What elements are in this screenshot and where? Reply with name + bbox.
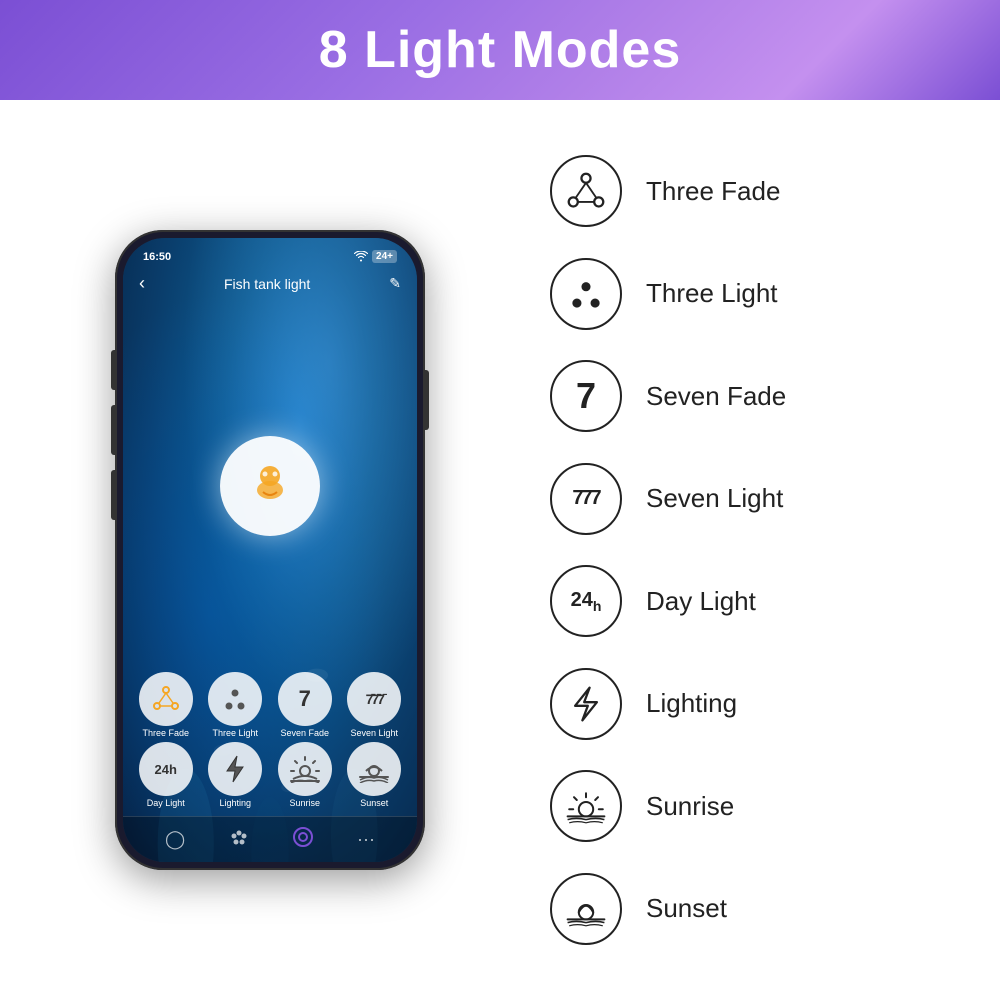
- home-nav-icon[interactable]: ◯: [165, 829, 185, 850]
- page-title: 8 Light Modes: [319, 20, 682, 80]
- seven-light-label: Seven Light: [646, 483, 783, 514]
- lamp-icon: [248, 460, 292, 504]
- modes-icon: [293, 827, 313, 847]
- edit-button[interactable]: ✎: [389, 275, 401, 292]
- three-light-icon-circle: [550, 258, 622, 330]
- phone-mode-lighting[interactable]: Lighting: [208, 742, 262, 808]
- palette-nav-icon[interactable]: [229, 828, 249, 851]
- mode-item-sunset: Sunset: [550, 873, 950, 945]
- mode-item-seven-fade: 7 Seven Fade: [550, 360, 950, 432]
- modes-list: Three Fade Three Light 7 Seven Fade 77: [510, 120, 970, 980]
- sunrise-icon: [566, 786, 606, 826]
- sunrise-icon-circle: [550, 770, 622, 842]
- day-light-icon-circle: 24h: [550, 565, 622, 637]
- phone-mode-three-light[interactable]: Three Light: [208, 672, 262, 738]
- phone-mode-label-sunset: Sunset: [360, 798, 388, 808]
- mode-item-seven-light: 777 Seven Light: [550, 463, 950, 535]
- app-title: Fish tank light: [224, 276, 310, 292]
- aqua-icon: [248, 460, 292, 513]
- three-light-small-icon: [220, 684, 250, 714]
- day-light-text: 24h: [155, 762, 177, 777]
- phone-bottom-nav: ◯: [123, 816, 417, 862]
- vol-down-button: [111, 470, 115, 520]
- three-light-icon: [566, 274, 606, 314]
- mode-item-sunrise: Sunrise: [550, 770, 950, 842]
- seven-fade-number: 7: [299, 686, 311, 712]
- phone-mode-day-light[interactable]: 24h Day Light: [139, 742, 193, 808]
- mode-item-three-light: Three Light: [550, 258, 950, 330]
- mute-button: [111, 350, 115, 390]
- phone-mode-label-three-light: Three Light: [212, 728, 258, 738]
- sunrise-small-icon: [289, 755, 321, 783]
- phone-screen: 16:50 24+ ‹ Fish ta: [123, 238, 417, 862]
- sunset-icon-circle: [550, 873, 622, 945]
- seven-fade-icon-circle: 7: [550, 360, 622, 432]
- three-fade-icon-circle: [550, 155, 622, 227]
- modes-nav-icon[interactable]: [293, 827, 313, 852]
- phone-mode-sunrise[interactable]: Sunrise: [278, 742, 332, 808]
- seven-fade-label: Seven Fade: [646, 381, 786, 412]
- battery-indicator: 24+: [372, 250, 397, 263]
- mode-row-1: Three Fade Three Light: [131, 672, 409, 738]
- phone-mode-label-seven-fade: Seven Fade: [280, 728, 329, 738]
- wifi-icon: [354, 251, 368, 262]
- phone-modes-section: Three Fade Three Light: [123, 672, 417, 816]
- phone-frame: 16:50 24+ ‹ Fish ta: [115, 230, 425, 870]
- seven-light-icon-circle: 777: [550, 463, 622, 535]
- status-time: 16:50: [143, 251, 171, 263]
- phone-mode-circle-sunrise: [278, 742, 332, 796]
- three-fade-label: Three Fade: [646, 176, 780, 207]
- mode-row-2: 24h Day Light Lighting: [131, 742, 409, 808]
- sunset-small-icon: [358, 755, 390, 783]
- day-light-text: 24h: [571, 589, 602, 614]
- three-fade-small-icon: [151, 684, 181, 714]
- phone-mode-circle-three-fade: [139, 672, 193, 726]
- phone-mode-circle-seven-fade: 7: [278, 672, 332, 726]
- palette-icon: [229, 828, 249, 846]
- phone-mode-label-sunrise: Sunrise: [289, 798, 320, 808]
- status-bar: 16:50 24+: [123, 238, 417, 267]
- three-fade-icon: [566, 171, 606, 211]
- power-button: [425, 370, 429, 430]
- vol-up-button: [111, 405, 115, 455]
- phone-mode-three-fade[interactable]: Three Fade: [139, 672, 193, 738]
- main-content: 16:50 24+ ‹ Fish ta: [0, 100, 1000, 1000]
- sunset-label: Sunset: [646, 893, 727, 924]
- phone-mode-label-three-fade: Three Fade: [142, 728, 189, 738]
- phone-mode-sunset[interactable]: Sunset: [347, 742, 401, 808]
- phone-mode-circle-sunset: [347, 742, 401, 796]
- phone-mode-circle-lighting: [208, 742, 262, 796]
- lighting-small-icon: [224, 754, 246, 784]
- phone-mode-circle-day-light: 24h: [139, 742, 193, 796]
- three-light-label: Three Light: [646, 278, 778, 309]
- status-icons: 24+: [354, 250, 397, 263]
- center-display: [123, 300, 417, 672]
- seven-fade-text: 7: [576, 375, 596, 417]
- seven-light-text: 777: [572, 487, 599, 510]
- phone-mode-seven-light[interactable]: 7̄7̄7̄ Seven Light: [347, 672, 401, 738]
- back-button[interactable]: ‹: [139, 273, 145, 294]
- phone-mode-circle-three-light: [208, 672, 262, 726]
- sunset-icon: [566, 889, 606, 929]
- seven-light-number: 7̄7̄7̄: [366, 691, 383, 707]
- phone-mode-label-lighting: Lighting: [219, 798, 251, 808]
- app-nav-bar: ‹ Fish tank light ✎: [123, 267, 417, 300]
- day-light-label: Day Light: [646, 586, 756, 617]
- mode-item-three-fade: Three Fade: [550, 155, 950, 227]
- sunrise-label: Sunrise: [646, 791, 734, 822]
- phone-mode-label-seven-light: Seven Light: [350, 728, 398, 738]
- phone-mode-circle-seven-light: 7̄7̄7̄: [347, 672, 401, 726]
- phone-mode-label-day-light: Day Light: [147, 798, 185, 808]
- phone-section: 16:50 24+ ‹ Fish ta: [30, 120, 510, 980]
- mode-item-day-light: 24h Day Light: [550, 565, 950, 637]
- phone-mode-seven-fade[interactable]: 7 Seven Fade: [278, 672, 332, 738]
- lighting-icon-circle: [550, 668, 622, 740]
- lighting-label: Lighting: [646, 688, 737, 719]
- more-nav-icon[interactable]: ···: [357, 829, 375, 850]
- lightning-icon: [566, 684, 606, 724]
- header: 8 Light Modes: [0, 0, 1000, 100]
- mode-item-lighting: Lighting: [550, 668, 950, 740]
- main-icon-circle[interactable]: [220, 436, 320, 536]
